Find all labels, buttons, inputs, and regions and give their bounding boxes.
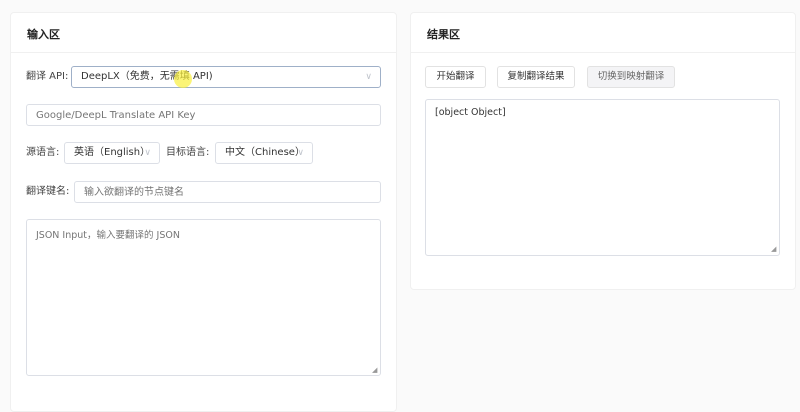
resize-handle-icon[interactable]: ◢	[771, 245, 798, 405]
target-language-select[interactable]: 中文（Chinese） ∨	[215, 142, 313, 164]
api-select-value: DeepLX（免费，无需填 API)	[81, 71, 213, 82]
mouse-cursor-highlight	[174, 70, 192, 88]
copy-result-button[interactable]: 复制翻译结果	[497, 66, 575, 88]
input-panel-title: 输入区	[27, 28, 60, 41]
divider	[411, 52, 795, 53]
result-panel-title: 结果区	[427, 28, 460, 41]
resize-handle-icon[interactable]: ◢	[372, 366, 798, 405]
json-input-textarea[interactable]	[26, 219, 381, 376]
chevron-down-icon: ∨	[144, 148, 151, 158]
api-select[interactable]: DeepLX（免费，无需填 API) ∨	[71, 66, 381, 88]
result-output-textarea[interactable]: [object Object]	[425, 99, 780, 256]
start-translate-button[interactable]: 开始翻译	[425, 66, 486, 88]
source-language-value: 英语（English）	[74, 147, 151, 158]
chevron-down-icon: ∨	[297, 148, 304, 158]
switch-mapping-translate-button[interactable]: 切换到映射翻译	[587, 66, 675, 88]
key-name-input[interactable]	[74, 181, 381, 203]
divider	[11, 52, 396, 53]
target-language-label: 目标语言:	[166, 147, 210, 158]
source-language-label: 源语言:	[26, 147, 60, 158]
api-key-input[interactable]	[26, 104, 381, 126]
result-output-value: [object Object]	[435, 107, 506, 118]
key-name-label: 翻译键名:	[26, 186, 70, 197]
chevron-down-icon: ∨	[365, 72, 372, 82]
api-label: 翻译 API:	[26, 71, 69, 82]
target-language-value: 中文（Chinese）	[225, 147, 305, 158]
source-language-select[interactable]: 英语（English） ∨	[64, 142, 160, 164]
